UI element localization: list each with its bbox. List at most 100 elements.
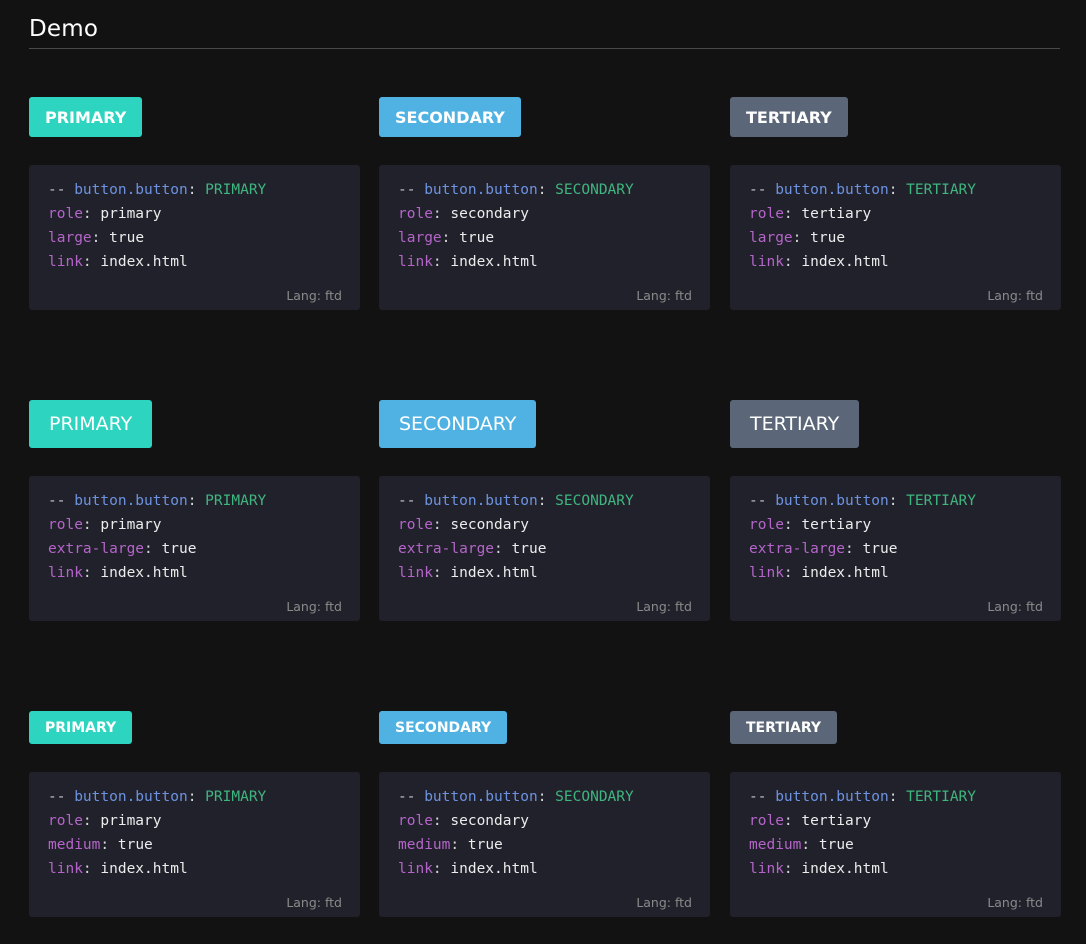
code-separator: : (783, 206, 802, 222)
code-size-value: true (511, 541, 547, 557)
code-separator: : (432, 565, 451, 581)
code-size-key: large (749, 230, 793, 246)
code-separator: : (432, 206, 451, 222)
lang-label: Lang: ftd (636, 288, 692, 303)
code-separator: : (783, 813, 802, 829)
demo-xl-tertiary: TERTIARY -- button.button: TERTIARY role:… (730, 400, 1061, 621)
code-role-value: primary (100, 813, 162, 829)
code-role-value: tertiary (801, 813, 872, 829)
demo-large-tertiary: TERTIARY -- button.button: TERTIARY role:… (730, 97, 1061, 310)
code-link-key: link (398, 254, 433, 270)
code-role-key: role (48, 517, 83, 533)
code-role-key: role (749, 206, 784, 222)
code-separator: : (801, 837, 819, 853)
code-separator: : (82, 254, 101, 270)
code-separator: : (537, 493, 556, 509)
code-label-value: PRIMARY (205, 182, 267, 198)
code-label-value: PRIMARY (205, 789, 267, 805)
code-snippet: -- button.button: TERTIARY role: tertiary… (749, 178, 976, 274)
code-link-value: index.html (100, 861, 188, 877)
code-link-key: link (398, 861, 433, 877)
code-size-value: true (862, 541, 898, 557)
code-size-value: true (459, 230, 495, 246)
tertiary-button[interactable]: TERTIARY (730, 711, 838, 744)
lang-label: Lang: ftd (636, 895, 692, 910)
secondary-button[interactable]: SECONDARY (379, 711, 508, 744)
code-role-key: role (749, 813, 784, 829)
code-link-key: link (48, 861, 83, 877)
code-component: button.button (74, 789, 188, 805)
code-separator: : (888, 182, 907, 198)
lang-label: Lang: ftd (987, 895, 1043, 910)
code-label-value: SECONDARY (555, 493, 634, 509)
primary-button[interactable]: PRIMARY (29, 400, 153, 448)
tertiary-button[interactable]: TERTIARY (730, 400, 860, 448)
code-separator: : (82, 565, 101, 581)
code-role-key: role (398, 813, 433, 829)
code-role-value: primary (100, 517, 162, 533)
code-comment-prefix: -- (48, 493, 75, 509)
page-title: Demo (29, 16, 99, 42)
code-size-key: extra-large (398, 541, 495, 557)
code-comment-prefix: -- (398, 493, 425, 509)
code-snippet: -- button.button: TERTIARY role: tertiary… (749, 785, 976, 881)
code-size-value: true (467, 837, 503, 853)
primary-button[interactable]: PRIMARY (29, 97, 143, 137)
demo-medium-tertiary: TERTIARY -- button.button: TERTIARY role:… (730, 711, 1061, 917)
code-separator: : (783, 517, 802, 533)
code-comment-prefix: -- (48, 789, 75, 805)
code-label-value: TERTIARY (906, 789, 977, 805)
code-link-key: link (398, 565, 433, 581)
code-role-key: role (48, 813, 83, 829)
code-separator: : (187, 789, 206, 805)
code-separator: : (888, 789, 907, 805)
demo-large-primary: PRIMARY -- button.button: PRIMARY role: p… (29, 97, 360, 310)
lang-label: Lang: ftd (636, 599, 692, 614)
code-separator: : (432, 861, 451, 877)
code-size-key: extra-large (749, 541, 846, 557)
code-label-value: SECONDARY (555, 182, 634, 198)
code-role-value: secondary (450, 517, 529, 533)
code-label-value: TERTIARY (906, 182, 977, 198)
code-link-key: link (749, 254, 784, 270)
code-link-value: index.html (801, 861, 889, 877)
code-link-key: link (749, 565, 784, 581)
code-role-value: secondary (450, 813, 529, 829)
code-separator: : (537, 789, 556, 805)
code-snippet: -- button.button: PRIMARY role: primary me… (48, 785, 266, 881)
code-separator: : (888, 493, 907, 509)
code-separator: : (792, 230, 811, 246)
code-separator: : (845, 541, 863, 557)
code-component: button.button (775, 182, 889, 198)
code-block: -- button.button: SECONDARY role: seconda… (379, 772, 710, 917)
code-comment-prefix: -- (749, 789, 776, 805)
secondary-button[interactable]: SECONDARY (379, 400, 537, 448)
demo-medium-secondary: SECONDARY -- button.button: SECONDARY rol… (379, 711, 710, 917)
code-separator: : (537, 182, 556, 198)
code-snippet: -- button.button: PRIMARY role: primary la… (48, 178, 266, 274)
code-role-value: tertiary (801, 206, 872, 222)
code-component: button.button (775, 493, 889, 509)
code-role-key: role (398, 517, 433, 533)
lang-label: Lang: ftd (286, 288, 342, 303)
code-component: button.button (424, 182, 538, 198)
code-separator: : (144, 541, 162, 557)
code-comment-prefix: -- (749, 493, 776, 509)
code-comment-prefix: -- (48, 182, 75, 198)
code-size-value: true (818, 837, 854, 853)
lang-label: Lang: ftd (987, 288, 1043, 303)
tertiary-button[interactable]: TERTIARY (730, 97, 848, 137)
secondary-button[interactable]: SECONDARY (379, 97, 521, 137)
code-block: -- button.button: SECONDARY role: seconda… (379, 165, 710, 310)
code-link-key: link (48, 565, 83, 581)
code-separator: : (783, 861, 802, 877)
demo-xl-secondary: SECONDARY -- button.button: SECONDARY rol… (379, 400, 710, 621)
primary-button[interactable]: PRIMARY (29, 711, 133, 744)
code-snippet: -- button.button: PRIMARY role: primary ex… (48, 489, 266, 585)
code-snippet: -- button.button: TERTIARY role: tertiary… (749, 489, 976, 585)
code-role-value: primary (100, 206, 162, 222)
code-link-key: link (48, 254, 83, 270)
code-comment-prefix: -- (749, 182, 776, 198)
code-label-value: SECONDARY (555, 789, 634, 805)
code-block: -- button.button: PRIMARY role: primary me… (29, 772, 360, 917)
